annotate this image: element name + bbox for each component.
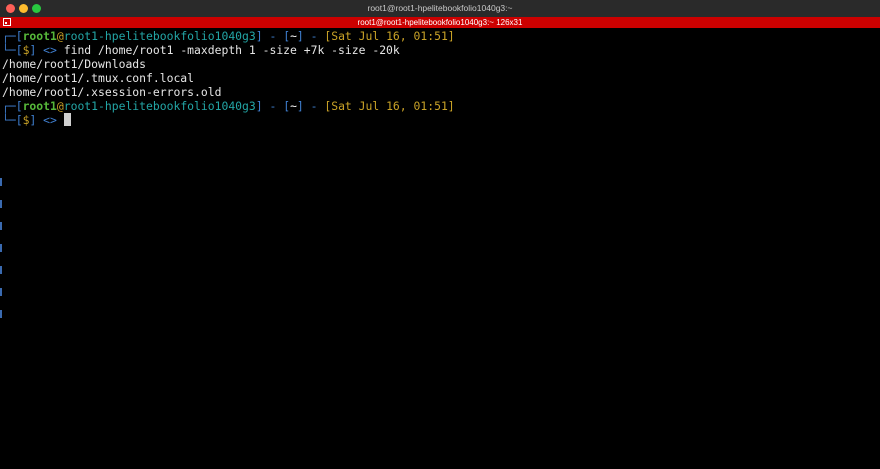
scrollbar-mark — [0, 244, 2, 252]
prompt-frame: └─[ — [2, 43, 23, 57]
prompt-header-line: ┌─[root1@root1-hpelitebookfolio1040g3] -… — [2, 99, 455, 113]
prompt-frame: ┌─[ — [2, 99, 23, 113]
prompt-separator: - — [262, 99, 284, 113]
prompt-arrow: <> — [36, 43, 64, 57]
prompt-frame: ] — [255, 29, 263, 43]
prompt-at: @ — [56, 29, 64, 43]
scrollbar-mark — [0, 200, 2, 208]
output-line: /home/root1/.tmux.conf.local — [2, 71, 195, 85]
prompt-user: root1 — [22, 29, 57, 43]
output-line: /home/root1/Downloads — [2, 57, 147, 71]
scrollbar-mark — [0, 310, 2, 318]
command-input-line[interactable]: └─[$] <> — [2, 113, 71, 127]
scrollbar-mark — [0, 222, 2, 230]
terminal-output-area[interactable]: ┌─[root1@root1-hpelitebookfolio1040g3] -… — [0, 28, 880, 469]
terminal-window: root1@root1-hpelitebookfolio1040g3:~ roo… — [0, 0, 880, 469]
prompt-date: [Sat Jul 16, 01:51] — [324, 99, 455, 113]
scrollbar-mark — [0, 178, 2, 186]
prompt-separator: - — [303, 29, 325, 43]
command-line: └─[$] <> find /home/root1 -maxdepth 1 -s… — [2, 43, 400, 57]
prompt-user: root1 — [22, 99, 57, 113]
scrollbar-mark — [0, 266, 2, 274]
prompt-frame: ┌─[ — [2, 29, 23, 43]
prompt-directory: ~ — [290, 29, 297, 43]
prompt-at: @ — [56, 99, 64, 113]
prompt-directory: ~ — [290, 99, 297, 113]
prompt-header-line: ┌─[root1@root1-hpelitebookfolio1040g3] -… — [2, 29, 455, 43]
prompt-separator: - — [303, 99, 325, 113]
text-cursor — [63, 113, 71, 126]
prompt-frame: ] — [296, 99, 304, 113]
window-titlebar[interactable]: root1@root1-hpelitebookfolio1040g3:~ — [0, 0, 880, 17]
command-text: find /home/root1 -maxdepth 1 -size +7k -… — [63, 43, 400, 57]
prompt-frame: ] — [255, 99, 263, 113]
window-title: root1@root1-hpelitebookfolio1040g3:~ — [367, 3, 513, 13]
prompt-arrow: <> — [36, 113, 64, 127]
prompt-frame: ] — [296, 29, 304, 43]
scrollbar[interactable] — [0, 178, 2, 338]
terminal-tab[interactable]: root1@root1-hpelitebookfolio1040g3:~ 126… — [0, 17, 880, 28]
prompt-host: root1-hpelitebookfolio1040g3 — [63, 29, 256, 43]
scrollbar-mark — [0, 288, 2, 296]
prompt-separator: - — [262, 29, 284, 43]
prompt-date: [Sat Jul 16, 01:51] — [324, 29, 455, 43]
prompt-host: root1-hpelitebookfolio1040g3 — [63, 99, 256, 113]
terminal-tab-title: root1@root1-hpelitebookfolio1040g3:~ 126… — [357, 18, 523, 27]
prompt-frame: └─[ — [2, 113, 23, 127]
output-line: /home/root1/.xsession-errors.old — [2, 85, 222, 99]
